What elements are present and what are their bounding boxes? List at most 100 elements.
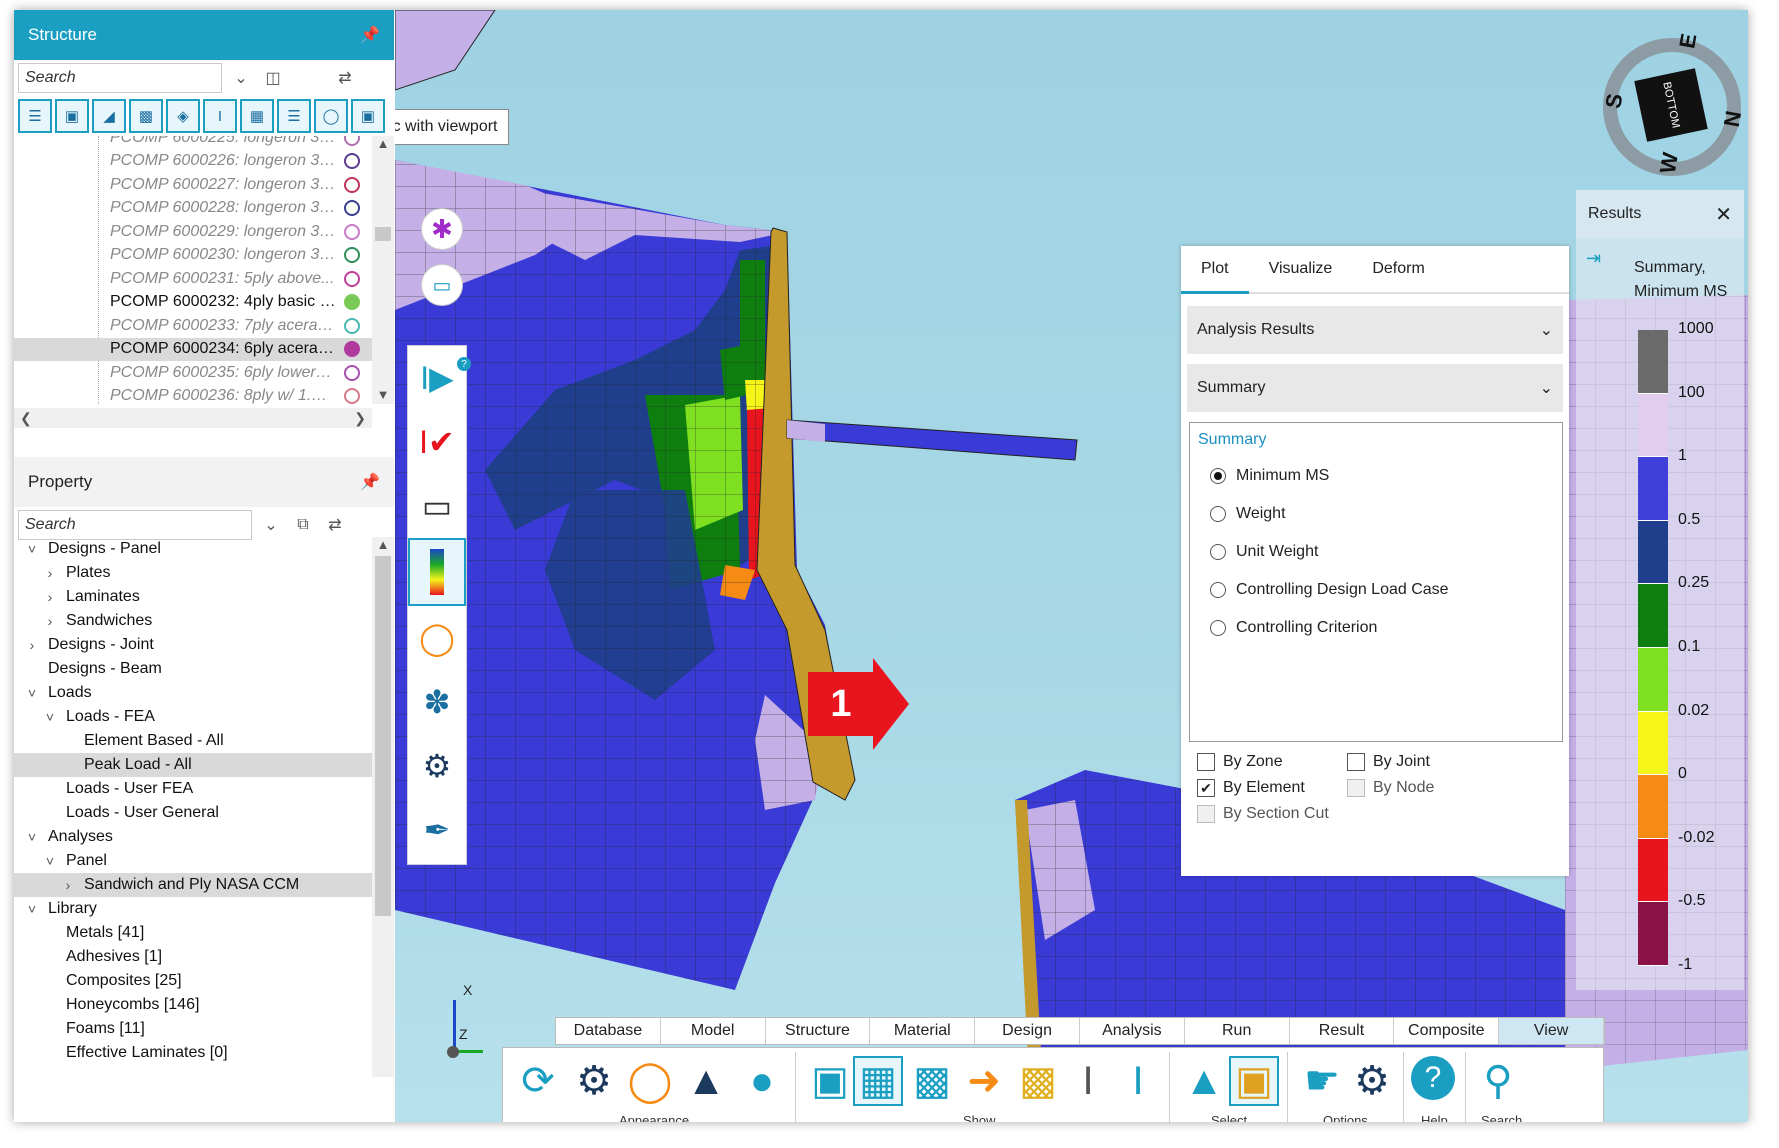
sync-viewport-icon[interactable]: ▣ — [351, 99, 385, 133]
grid-show-icon[interactable]: ▦ — [853, 1056, 903, 1106]
structure-item[interactable]: PCOMP 6000231: 5ply above... — [14, 267, 372, 291]
structure-item[interactable]: PCOMP 6000227: longeron 34... — [14, 173, 372, 197]
structure-item[interactable]: PCOMP 6000234: 6ply acerag... — [14, 337, 372, 361]
chevron-down-icon[interactable]: ⌄ — [228, 65, 254, 91]
property-tree-item[interactable]: › Designs - Joint — [14, 633, 372, 657]
structure-vscrollbar[interactable]: ▲ ▼ — [372, 136, 394, 404]
color-swatch-icon[interactable] — [344, 270, 360, 287]
color-swatch-icon[interactable] — [344, 136, 360, 146]
chevron-right-icon[interactable]: › — [42, 565, 58, 581]
chevron-down-icon[interactable]: ˅ — [24, 685, 40, 701]
surface-icon[interactable]: ◈ — [166, 99, 200, 133]
pen-icon[interactable]: ✒ — [408, 798, 466, 862]
property-tree-item[interactable]: ˅ Loads - FEA — [14, 705, 372, 729]
ribbon-tab-database[interactable]: Database — [556, 1018, 661, 1044]
beam-i-icon[interactable]: I — [1063, 1056, 1113, 1106]
chevron-down-icon[interactable]: ˅ — [24, 901, 40, 917]
collapse-icon[interactable]: ⇥ — [1586, 248, 1601, 269]
radio-button[interactable] — [1210, 468, 1226, 484]
help-small-icon[interactable]: ? — [457, 357, 471, 371]
radio-button[interactable] — [1210, 620, 1226, 636]
structure-item[interactable]: PCOMP 6000235: 6ply lower a... — [14, 361, 372, 385]
ribbon-tab-analysis[interactable]: Analysis — [1080, 1018, 1185, 1044]
property-tree-item[interactable]: › Laminates — [14, 585, 372, 609]
tray-select-icon[interactable]: ▲ — [1179, 1056, 1229, 1106]
property-tree-item[interactable]: ˅ Analyses — [14, 825, 372, 849]
property-tree-item[interactable]: Composites [25] — [14, 969, 372, 993]
summary-dropdown[interactable]: Summary ⌄ — [1187, 364, 1563, 412]
property-tree-item[interactable]: Foams [11] — [14, 1017, 372, 1041]
arrow-box-icon[interactable]: ➜ — [959, 1056, 1009, 1106]
ribbon-tab-composite[interactable]: Composite — [1394, 1018, 1500, 1044]
checkbox[interactable] — [1197, 753, 1215, 771]
summary-option[interactable]: Unit Weight — [1198, 533, 1554, 571]
color-swatch-icon[interactable] — [344, 341, 360, 358]
structure-item[interactable]: PCOMP 6000226: longeron 33... — [14, 150, 372, 174]
scroll-up-icon[interactable]: ▲ — [372, 136, 394, 151]
radio-button[interactable] — [1210, 506, 1226, 522]
property-tree-item[interactable]: › Sandwich and Ply NASA CCM — [14, 873, 372, 897]
checkbox[interactable]: ✔ — [1197, 779, 1215, 797]
scroll-up-icon[interactable]: ▲ — [372, 537, 394, 552]
dots-grid-icon[interactable]: ▩ — [907, 1056, 957, 1106]
color-swatch-icon[interactable] — [344, 317, 360, 334]
display-mode-check[interactable]: By Zone — [1197, 752, 1347, 772]
ribbon-tab-design[interactable]: Design — [975, 1018, 1080, 1044]
view-cube[interactable]: BOTTOM — [1634, 68, 1708, 142]
tab-visualize[interactable]: Visualize — [1249, 246, 1353, 292]
tab-deform[interactable]: Deform — [1352, 246, 1444, 292]
structure-item[interactable]: PCOMP 6000232: 4ply basic a... — [14, 291, 372, 315]
close-icon[interactable]: ✕ — [1715, 202, 1732, 227]
checkbox[interactable] — [1347, 753, 1365, 771]
refresh-icon[interactable]: ⟳ — [513, 1056, 563, 1106]
property-tree-item[interactable]: Loads - User FEA — [14, 777, 372, 801]
beam-play-icon[interactable]: I▶ — [408, 346, 466, 410]
structure-item[interactable]: PCOMP 6000233: 7ply acerag... — [14, 314, 372, 338]
structure-search-input[interactable]: Search — [18, 63, 222, 93]
layers-icon[interactable]: ☰ — [277, 99, 311, 133]
plate-icon[interactable]: ◢ — [92, 99, 126, 133]
structure-item[interactable]: PCOMP 6000228: longeron 35... — [14, 197, 372, 221]
chevron-right-icon[interactable]: › — [42, 589, 58, 605]
asterisk-icon[interactable]: ✱ — [421, 208, 463, 250]
chevron-down-icon[interactable]: ˅ — [42, 709, 58, 725]
gear-icon[interactable]: ⚙ — [569, 1056, 619, 1106]
ribbon-tab-material[interactable]: Material — [870, 1018, 976, 1044]
structure-item[interactable]: PCOMP 6000236: 8ply w/ 1.0i... — [14, 385, 372, 404]
paint-bucket-icon[interactable]: ▲ — [681, 1056, 731, 1106]
color-swatch-icon[interactable] — [344, 294, 360, 311]
bug-icon[interactable]: ✽ — [408, 670, 466, 734]
property-vscrollbar[interactable]: ▲ — [372, 537, 394, 1077]
ribbon-tab-view[interactable]: View — [1499, 1018, 1604, 1044]
layers-select-icon[interactable]: ▣ — [1229, 1056, 1279, 1106]
donut-icon[interactable]: ◯ — [625, 1056, 675, 1106]
search-icon[interactable]: ⚲ — [1473, 1056, 1523, 1106]
help-icon[interactable]: ? — [1411, 1056, 1455, 1100]
scroll-left-icon[interactable]: ❮ — [20, 410, 32, 427]
sphere-icon[interactable]: ● — [737, 1056, 787, 1106]
scroll-thumb[interactable] — [375, 227, 391, 241]
structure-item[interactable]: PCOMP 6000229: longeron 36... — [14, 220, 372, 244]
checker-icon[interactable]: ▩ — [1013, 1056, 1063, 1106]
tab-plot[interactable]: Plot — [1181, 246, 1249, 294]
property-tree-item[interactable]: Honeycombs [146] — [14, 993, 372, 1017]
summary-option[interactable]: Controlling Design Load Case — [1198, 571, 1554, 609]
property-tree-item[interactable]: Metals [41] — [14, 921, 372, 945]
property-tree-item[interactable]: ˅ Panel — [14, 849, 372, 873]
glasses-icon[interactable]: ▭ — [408, 474, 466, 538]
pin-icon[interactable]: 📌 — [360, 25, 380, 45]
display-mode-check[interactable]: ✔ By Element — [1197, 778, 1347, 798]
property-tree-item[interactable]: Adhesives [1] — [14, 945, 372, 969]
structure-item[interactable]: PCOMP 6000230: longeron 37... — [14, 244, 372, 268]
property-tree-item[interactable]: › Plates — [14, 561, 372, 585]
property-tree-item[interactable]: ˅ Designs - Panel — [14, 537, 372, 561]
scroll-right-icon[interactable]: ❯ — [354, 410, 366, 427]
radio-button[interactable] — [1210, 544, 1226, 560]
structure-item[interactable]: PCOMP 6000225: longeron 32... — [14, 136, 372, 150]
property-tree-item[interactable]: Effective Laminates [0] — [14, 1041, 372, 1065]
color-swatch-icon[interactable] — [344, 247, 360, 264]
donut-chart-icon[interactable]: ◯ — [408, 606, 466, 670]
property-tree-item[interactable]: ˅ Library — [14, 897, 372, 921]
color-swatch-icon[interactable] — [344, 153, 360, 170]
property-tree-item[interactable]: Loads - User General — [14, 801, 372, 825]
